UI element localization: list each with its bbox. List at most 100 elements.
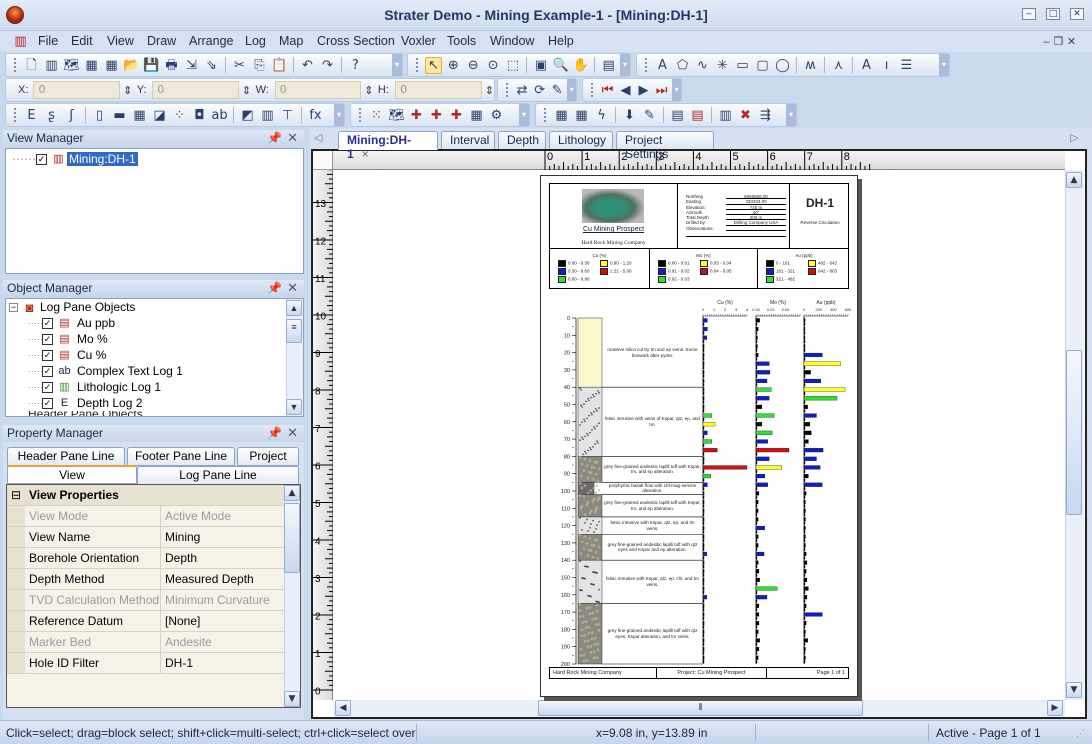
tab-scroll-right-icon[interactable]: ▷ — [1070, 131, 1078, 144]
complex-text-log-icon[interactable]: ab — [211, 107, 228, 124]
menu-help[interactable]: Help — [548, 34, 574, 48]
property-value[interactable]: Measured Depth — [161, 569, 258, 589]
menu-window[interactable]: Window — [490, 34, 534, 48]
toolbar-options-icon[interactable]: ▾ — [939, 54, 949, 76]
property-row[interactable]: Hole ID Filter DH-1 — [7, 653, 300, 674]
text-icon[interactable]: A — [654, 57, 671, 74]
object-item[interactable]: ⋯⋯ ✓ ▥ Lithologic Log 1 — [6, 379, 303, 395]
maximize-button[interactable]: □ — [1046, 8, 1060, 20]
post-map-icon[interactable]: ⁙ — [368, 107, 385, 124]
edit-table-icon[interactable]: ✎ — [641, 107, 658, 124]
section-view-properties[interactable]: ⊟ View Properties — [7, 485, 300, 506]
mdi-controls[interactable]: ‒ ❐ ✕ — [1043, 35, 1076, 48]
w-input[interactable]: 0 — [274, 81, 362, 99]
pan-icon[interactable]: ✋ — [572, 57, 589, 74]
well-symbol-icon[interactable]: ⋏ — [830, 57, 847, 74]
toolbar-options-icon[interactable]: ▾ — [392, 54, 402, 76]
close-icon[interactable]: ✕ — [287, 130, 298, 146]
property-row[interactable]: Reference Datum [None] — [7, 611, 300, 632]
tab-project-settings[interactable]: Project Settings — [616, 131, 714, 161]
function-log-icon[interactable]: fx — [307, 107, 324, 124]
ellipse-icon[interactable]: ◯ — [774, 57, 791, 74]
insert-column-icon[interactable]: ▥ — [717, 107, 734, 124]
toolbar-options-icon[interactable]: ▾ — [672, 79, 681, 101]
add-well-icon[interactable]: ✚ — [408, 107, 425, 124]
tadpole-log-icon[interactable]: ⊤ — [279, 107, 296, 124]
close-tab-icon[interactable]: × — [362, 147, 369, 161]
symbol-log-icon[interactable]: ⁘ — [171, 107, 188, 124]
refresh-icon[interactable]: ⟳ — [532, 82, 547, 99]
spline-icon[interactable]: ʍ — [802, 57, 819, 74]
header-pane-objects-item[interactable]: Header Pane Objects — [6, 411, 303, 416]
tab-depth[interactable]: Depth — [498, 131, 546, 149]
object-item[interactable]: ⋯⋯ ✓ E Depth Log 2 — [6, 395, 303, 411]
toolbar-grip[interactable] — [359, 108, 362, 122]
toolbar-grip[interactable] — [591, 83, 594, 97]
tab-mining-dh-1[interactable]: Mining:DH-1 × — [338, 131, 438, 161]
zoom-page-icon[interactable]: ▣ — [532, 57, 549, 74]
checkbox[interactable]: ✓ — [42, 349, 53, 361]
base-map-icon[interactable]: 🗺 — [388, 107, 405, 124]
collapse-icon[interactable]: − — [9, 302, 18, 312]
property-row[interactable]: View Mode Active Mode — [7, 506, 300, 527]
object-item[interactable]: ⋯⋯ ✓ ▤ Cu % — [6, 347, 303, 363]
property-value[interactable]: Mining — [161, 527, 204, 547]
post-log-icon[interactable]: ◪ — [151, 107, 168, 124]
menu-log[interactable]: Log — [245, 34, 266, 48]
zoom-out-icon[interactable]: ⊖ — [465, 57, 482, 74]
pin-icon[interactable]: 📌 — [267, 281, 282, 295]
toolbar-options-icon[interactable]: ▾ — [334, 104, 344, 126]
zoom-in-icon[interactable]: ⊕ — [445, 57, 462, 74]
property-row[interactable]: Marker Bed Andesite — [7, 632, 300, 653]
menu-cross-section[interactable]: Cross Section — [317, 34, 395, 48]
rectangle-icon[interactable]: ▭ — [734, 57, 751, 74]
toolbar-grip[interactable] — [506, 83, 509, 97]
tab-interval[interactable]: Interval — [441, 131, 495, 149]
checkbox[interactable]: ✓ — [42, 381, 53, 393]
menu-view[interactable]: View — [107, 34, 134, 48]
close-icon[interactable]: ✕ — [287, 425, 298, 441]
object-manager-scrollbar[interactable]: ▲ ≡ ▼ — [286, 299, 303, 416]
close-icon[interactable]: ✕ — [287, 280, 298, 296]
merge-icon[interactable]: ⇶ — [757, 107, 774, 124]
zoom-rect-icon[interactable]: ⬚ — [505, 57, 522, 74]
collapse-icon[interactable]: ⊟ — [7, 485, 25, 505]
insert-row-icon[interactable]: ▤ — [669, 107, 686, 124]
toolbar-options-icon[interactable]: ▾ — [786, 104, 796, 126]
menu-edit[interactable]: Edit — [71, 34, 93, 48]
tab-project[interactable]: Project — [237, 447, 299, 466]
pin-icon[interactable]: 📌 — [267, 131, 282, 145]
settings-icon[interactable]: ⚙ — [488, 107, 505, 124]
tab-lithology[interactable]: Lithology — [549, 131, 613, 149]
property-value[interactable]: [None] — [161, 611, 204, 631]
cross-section-icon[interactable]: ▦ — [468, 107, 485, 124]
property-value[interactable]: Depth — [161, 548, 201, 568]
reload-data-icon[interactable]: ⇄ — [515, 82, 530, 99]
save-icon[interactable]: 💾 — [143, 57, 160, 74]
toolbar-grip[interactable] — [544, 108, 547, 122]
table-icon[interactable]: ▦ — [553, 107, 570, 124]
new-map-icon[interactable]: 🗺 — [63, 57, 80, 74]
zone-bar-log-icon[interactable]: ▯ — [91, 107, 108, 124]
resize-grip[interactable]: ⋰ — [1076, 728, 1085, 739]
redo-icon[interactable]: ↷ — [319, 57, 336, 74]
object-item[interactable]: ⋯⋯ ✓ ▤ Mo % — [6, 331, 303, 347]
property-row[interactable]: Borehole Orientation Depth — [7, 548, 300, 569]
last-icon[interactable]: ⏭ — [654, 82, 669, 99]
legend-icon[interactable]: ☰ — [898, 57, 915, 74]
new-cross-section-icon[interactable]: ▦ — [83, 57, 100, 74]
properties-icon[interactable]: ▤ — [600, 57, 617, 74]
menu-arrange[interactable]: Arrange — [189, 34, 233, 48]
table-calc-icon[interactable]: ϟ — [593, 107, 610, 124]
toolbar-options-icon[interactable]: ▾ — [519, 104, 529, 126]
toolbar-options-icon[interactable]: ▾ — [620, 54, 630, 76]
tab-footer-pane-line[interactable]: Footer Pane Line — [127, 447, 235, 466]
add-cross-section-icon[interactable]: ✚ — [448, 107, 465, 124]
menu-tools[interactable]: Tools — [447, 34, 476, 48]
add-map-well-icon[interactable]: ✚ — [428, 107, 445, 124]
new-icon[interactable]: 🗋 — [23, 57, 40, 74]
image-log-icon[interactable]: ◩ — [239, 107, 256, 124]
first-icon[interactable]: ⏮ — [600, 82, 615, 99]
text-link-icon[interactable]: A — [858, 57, 875, 74]
object-item[interactable]: ⋯⋯ ✓ ab Complex Text Log 1 — [6, 363, 303, 379]
